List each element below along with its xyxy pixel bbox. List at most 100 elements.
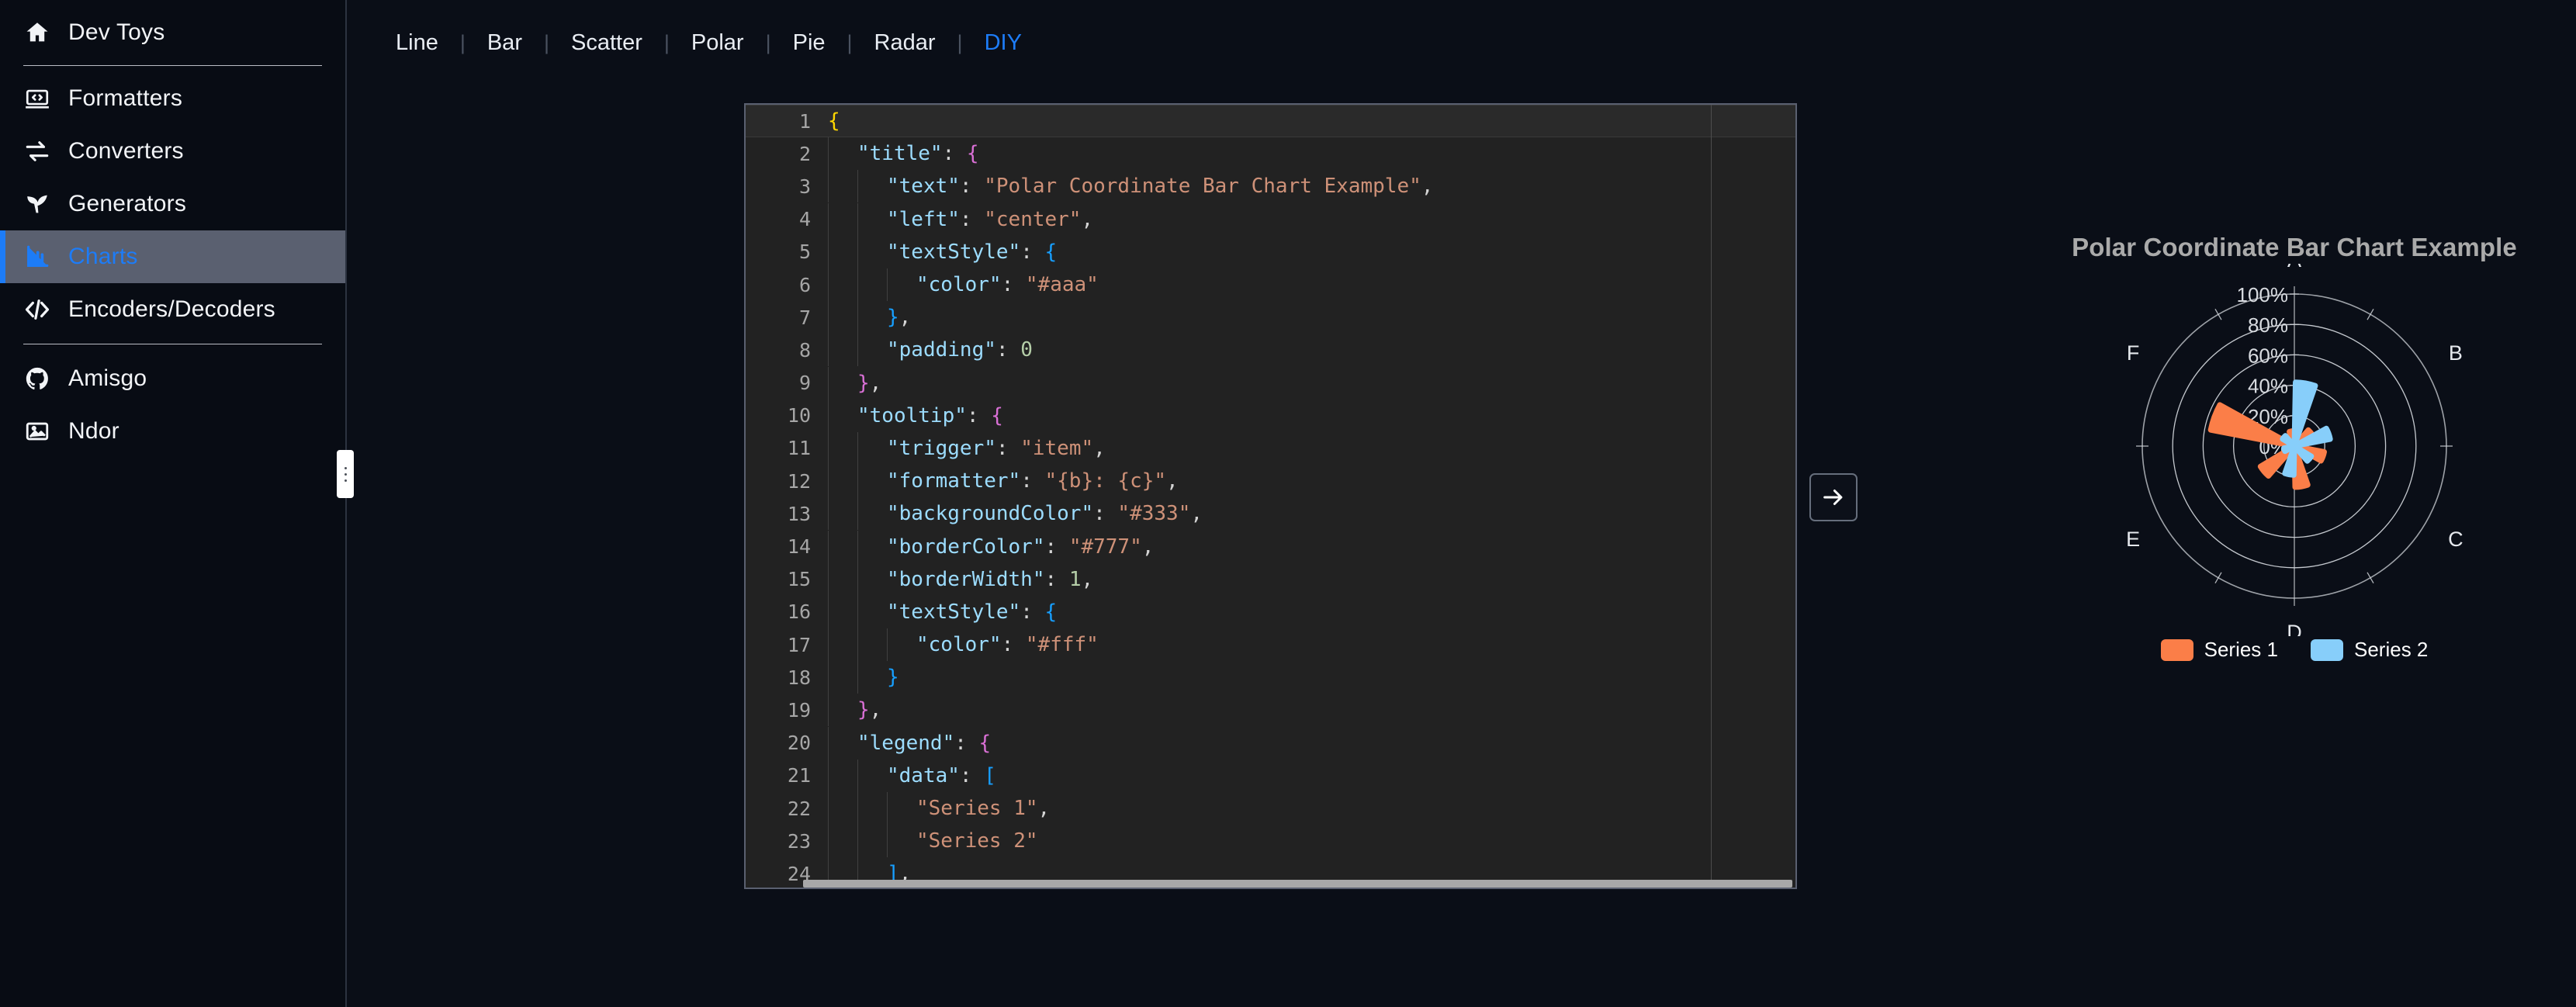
code-token: "left" [887, 208, 960, 231]
line-number: 9 [746, 372, 828, 394]
indent-guide [828, 465, 829, 497]
sidebar-item-converters[interactable]: Converters [0, 125, 345, 178]
arrow-right-icon [1820, 484, 1847, 510]
code-token: 0 [1020, 338, 1033, 362]
formatters-icon [23, 85, 51, 112]
editor-line[interactable]: 7}, [746, 301, 1795, 334]
code-token: , [899, 306, 912, 329]
code-token: , [870, 698, 882, 722]
line-number: 1 [746, 110, 828, 133]
editor-horizontal-scrollbar[interactable] [803, 880, 1792, 888]
code-token: : [960, 175, 984, 198]
indent-guide [828, 727, 829, 760]
sidebar-item-amisgo[interactable]: Amisgo [0, 352, 345, 405]
editor-line[interactable]: 2"title": { [746, 137, 1795, 170]
category-label: C [2448, 528, 2463, 551]
code-token: "trigger" [887, 437, 996, 460]
sidebar-item-label: Generators [68, 191, 186, 217]
indent-guide [857, 203, 858, 236]
line-content: "borderColor": "#777", [828, 535, 1154, 559]
radial-tick-label: 100% [2237, 283, 2289, 306]
charts-icon [23, 243, 51, 271]
tab-bar[interactable]: Bar [466, 32, 544, 54]
tab-line[interactable]: Line [374, 32, 460, 54]
category-label: E [2126, 528, 2140, 551]
code-token: "#333" [1117, 502, 1190, 525]
editor-line[interactable]: 4"left": "center", [746, 203, 1795, 236]
editor-line[interactable]: 16"textStyle": { [746, 596, 1795, 628]
indent-guide [828, 661, 829, 694]
code-token: "data" [887, 764, 960, 787]
indent-guide [828, 203, 829, 236]
editor-scroll-area[interactable]: 1{2"title": {3"text": "Polar Coordinate … [746, 105, 1795, 888]
indent-guide [828, 825, 829, 857]
legend-item-series-2[interactable]: Series 2 [2311, 638, 2428, 662]
editor-line[interactable]: 18} [746, 661, 1795, 694]
indent-guide [828, 170, 829, 202]
line-number: 20 [746, 732, 828, 754]
line-content: "Series 2" [828, 829, 1038, 853]
sidebar-item-encoders-decoders[interactable]: Encoders/Decoders [0, 283, 345, 336]
code-token: "Series 1" [916, 797, 1038, 820]
polar-bar-chart[interactable]: 0%20%40%60%80%100%ABCDEF [2046, 264, 2543, 636]
code-token: : [1020, 241, 1044, 264]
editor-line[interactable]: 3"text": "Polar Coordinate Bar Chart Exa… [746, 170, 1795, 202]
editor-line[interactable]: 14"borderColor": "#777", [746, 530, 1795, 562]
sidebar-item-generators[interactable]: Generators [0, 178, 345, 230]
sidebar-item-charts[interactable]: Charts [0, 230, 345, 283]
editor-line[interactable]: 10"tooltip": { [746, 400, 1795, 432]
sidebar: Dev Toys Formatters Converters [0, 0, 347, 1007]
tab-diy[interactable]: DIY [963, 32, 1044, 54]
polar-axis-tick [2215, 573, 2221, 583]
editor-line[interactable]: 1{ [746, 105, 1795, 137]
chart-legend: Series 1 Series 2 [2023, 638, 2566, 662]
code-token: : [1045, 568, 1069, 591]
code-token: : [960, 764, 984, 787]
legend-item-series-1[interactable]: Series 1 [2161, 638, 2278, 662]
editor-line[interactable]: 20"legend": { [746, 727, 1795, 760]
radial-tick-label: 80% [2248, 313, 2288, 337]
sidebar-item-ndor[interactable]: Ndor [0, 405, 345, 458]
editor-line[interactable]: 12"formatter": "{b}: {c}", [746, 465, 1795, 497]
polar-axis-tick [2215, 309, 2221, 320]
editor-line[interactable]: 11"trigger": "item", [746, 432, 1795, 465]
editor-line[interactable]: 6"color": "#aaa" [746, 268, 1795, 301]
indent-guide [857, 792, 858, 825]
code-token: , [1038, 797, 1051, 820]
editor-line[interactable]: 19}, [746, 694, 1795, 726]
editor-line[interactable]: 21"data": [ [746, 760, 1795, 792]
sidebar-item-label: Converters [68, 138, 184, 164]
editor-line[interactable]: 13"backgroundColor": "#333", [746, 497, 1795, 530]
json-code-editor[interactable]: 1{2"title": {3"text": "Polar Coordinate … [744, 103, 1797, 889]
radial-tick-label: 60% [2248, 344, 2288, 367]
code-token: , [1190, 502, 1203, 525]
code-token: 1 [1069, 568, 1082, 591]
code-token: "text" [887, 175, 960, 198]
code-token: "item" [1020, 437, 1093, 460]
line-content: "data": [ [828, 764, 996, 787]
line-content: "tooltip": { [828, 404, 1003, 427]
editor-line[interactable]: 8"padding": 0 [746, 334, 1795, 366]
tab-pie[interactable]: Pie [771, 32, 847, 54]
indent-guide [828, 432, 829, 465]
code-token: "Polar Coordinate Bar Chart Example" [984, 175, 1421, 198]
code-token: "backgroundColor" [887, 502, 1093, 525]
sidebar-item-dev-toys[interactable]: Dev Toys [0, 6, 345, 59]
editor-line[interactable]: 23"Series 2" [746, 825, 1795, 857]
apply-arrow-button[interactable] [1809, 473, 1858, 521]
code-token: } [857, 372, 870, 395]
editor-line[interactable]: 15"borderWidth": 1, [746, 563, 1795, 596]
tab-polar[interactable]: Polar [670, 32, 766, 54]
indent-guide [857, 596, 858, 628]
sidebar-item-formatters[interactable]: Formatters [0, 72, 345, 125]
tab-scatter[interactable]: Scatter [549, 32, 664, 54]
editor-line[interactable]: 17"color": "#fff" [746, 628, 1795, 661]
editor-line[interactable]: 22"Series 1", [746, 792, 1795, 825]
tab-radar[interactable]: Radar [853, 32, 957, 54]
sidebar-resize-handle[interactable] [337, 450, 354, 498]
line-number: 17 [746, 634, 828, 656]
code-token: , [1081, 208, 1093, 231]
editor-line[interactable]: 9}, [746, 367, 1795, 400]
code-token: "#fff" [1026, 633, 1099, 656]
editor-line[interactable]: 5"textStyle": { [746, 236, 1795, 268]
